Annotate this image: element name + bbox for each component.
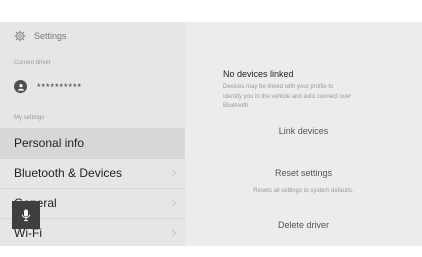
settings-header: Settings	[14, 30, 67, 42]
top-frame	[0, 0, 422, 22]
driver-name: **********	[37, 81, 83, 92]
sidebar-item-personal-info[interactable]: Personal info	[0, 128, 185, 158]
chevron-right-icon	[168, 199, 177, 207]
avatar	[14, 80, 27, 93]
settings-screen: Settings Current driver ********** My se…	[0, 22, 422, 246]
link-devices-button[interactable]: Link devices	[185, 126, 422, 136]
sidebar-item-label: Bluetooth & Devices	[14, 166, 123, 180]
current-driver-label: Current driver	[14, 60, 51, 66]
no-devices-description: Devices may be linked with your profile …	[223, 84, 352, 109]
page-title: Settings	[34, 31, 67, 41]
voice-button[interactable]	[12, 201, 40, 229]
delete-driver-button[interactable]: Delete driver	[185, 220, 422, 230]
sidebar-item-bluetooth-devices[interactable]: Bluetooth & Devices	[0, 158, 185, 188]
reset-settings-description: Resets all settings to system defaults.	[253, 188, 354, 194]
no-devices-title: No devices linked	[223, 69, 294, 79]
my-settings-label: My settings	[14, 115, 45, 121]
chevron-right-icon	[168, 169, 177, 177]
microphone-icon	[21, 209, 31, 221]
chevron-right-icon	[168, 229, 177, 237]
gear-icon	[14, 30, 26, 42]
person-icon	[17, 83, 24, 91]
sidebar-item-label: Personal info	[14, 136, 85, 150]
bottom-frame	[0, 246, 422, 257]
reset-settings-button[interactable]: Reset settings	[185, 168, 422, 178]
current-driver-row[interactable]: **********	[14, 80, 82, 93]
main-panel: No devices linked Devices may be linked …	[185, 22, 422, 246]
sidebar: Settings Current driver ********** My se…	[0, 22, 185, 246]
